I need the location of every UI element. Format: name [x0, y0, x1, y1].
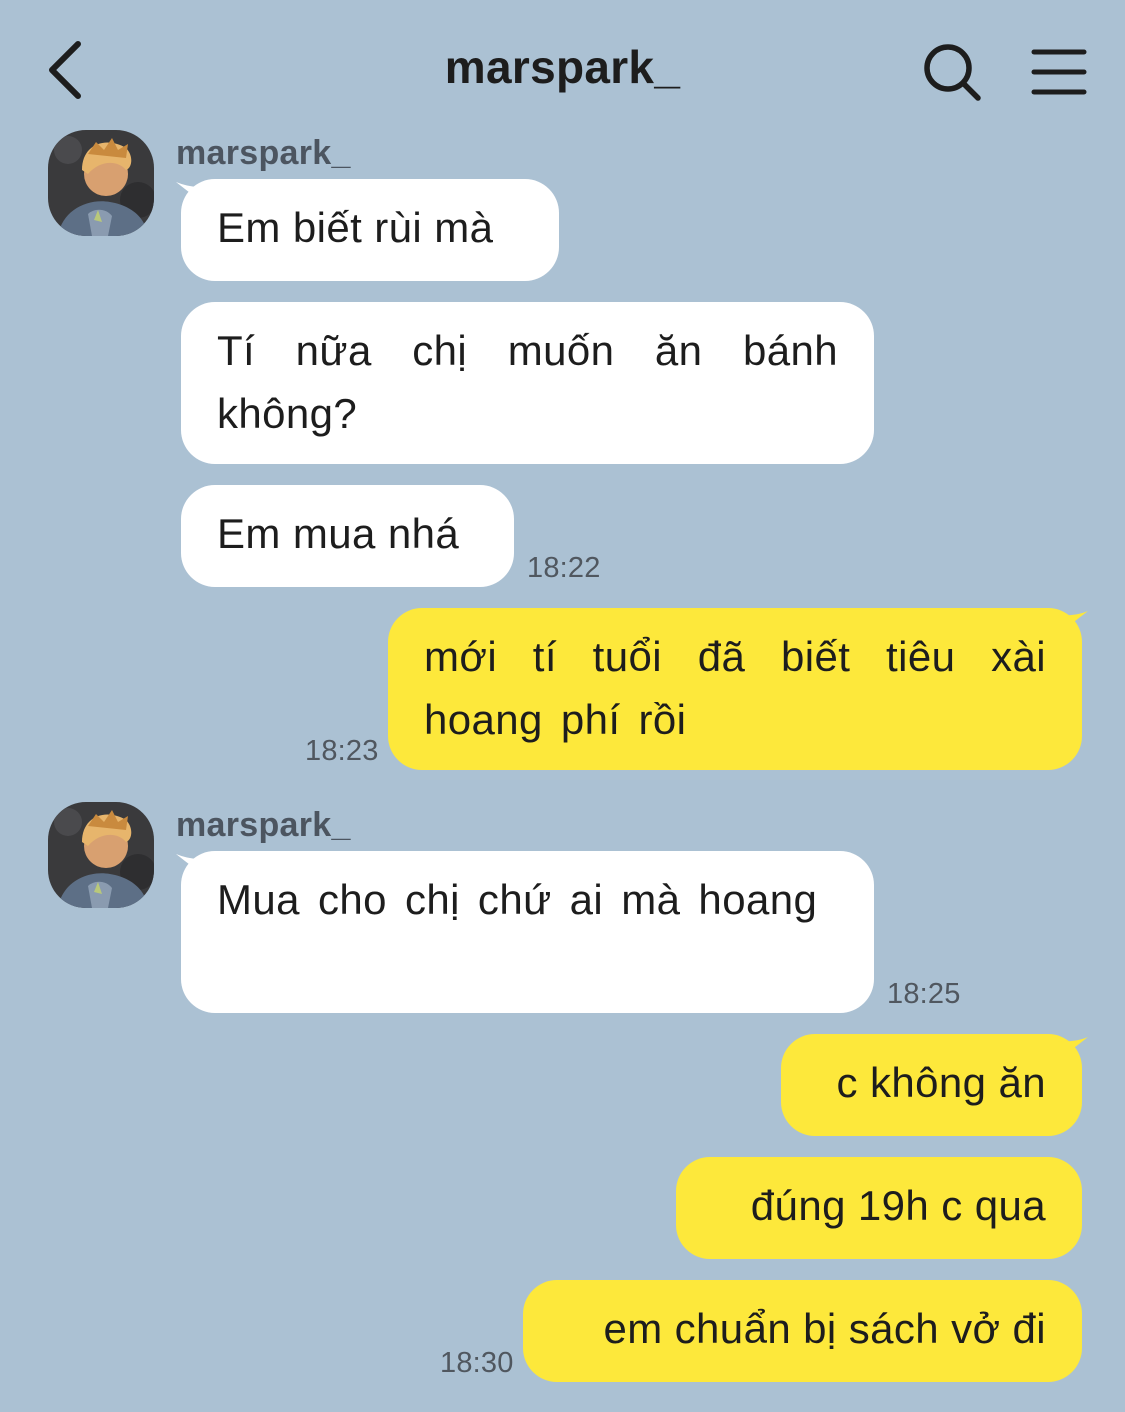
message-bubble[interactable]: mới tí tuổi đã biết tiêu xài hoang phí r…	[388, 608, 1082, 770]
sender-name: marspark_	[176, 134, 351, 172]
bubble-tail	[1056, 611, 1088, 639]
sender-name: marspark_	[176, 806, 351, 844]
avatar[interactable]	[48, 802, 154, 908]
message-bubble[interactable]: Em biết rùi mà	[181, 179, 559, 281]
avatar-photo	[48, 130, 154, 236]
message-bubble[interactable]: Tí nữa chị muốn ăn bánh không?	[181, 302, 874, 464]
search-button[interactable]	[920, 40, 984, 104]
message-bubble[interactable]: đúng 19h c qua	[676, 1157, 1082, 1259]
avatar-photo	[48, 802, 154, 908]
message-bubble[interactable]: Em mua nhá	[181, 485, 514, 587]
message-bubble[interactable]: em chuẩn bị sách vở đi	[523, 1280, 1082, 1382]
search-icon	[924, 44, 981, 101]
timestamp: 18:25	[887, 978, 961, 1010]
message-bubble[interactable]: Mua cho chị chứ ai mà hoang	[181, 851, 874, 1013]
avatar[interactable]	[48, 130, 154, 236]
bubble-tail	[1056, 1037, 1088, 1065]
message-bubble[interactable]: c không ăn	[781, 1034, 1082, 1136]
timestamp: 18:22	[527, 552, 601, 584]
timestamp: 18:23	[305, 735, 379, 767]
timestamp: 18:30	[440, 1347, 514, 1379]
menu-button[interactable]	[1030, 44, 1090, 100]
hamburger-menu-icon	[1031, 49, 1087, 95]
